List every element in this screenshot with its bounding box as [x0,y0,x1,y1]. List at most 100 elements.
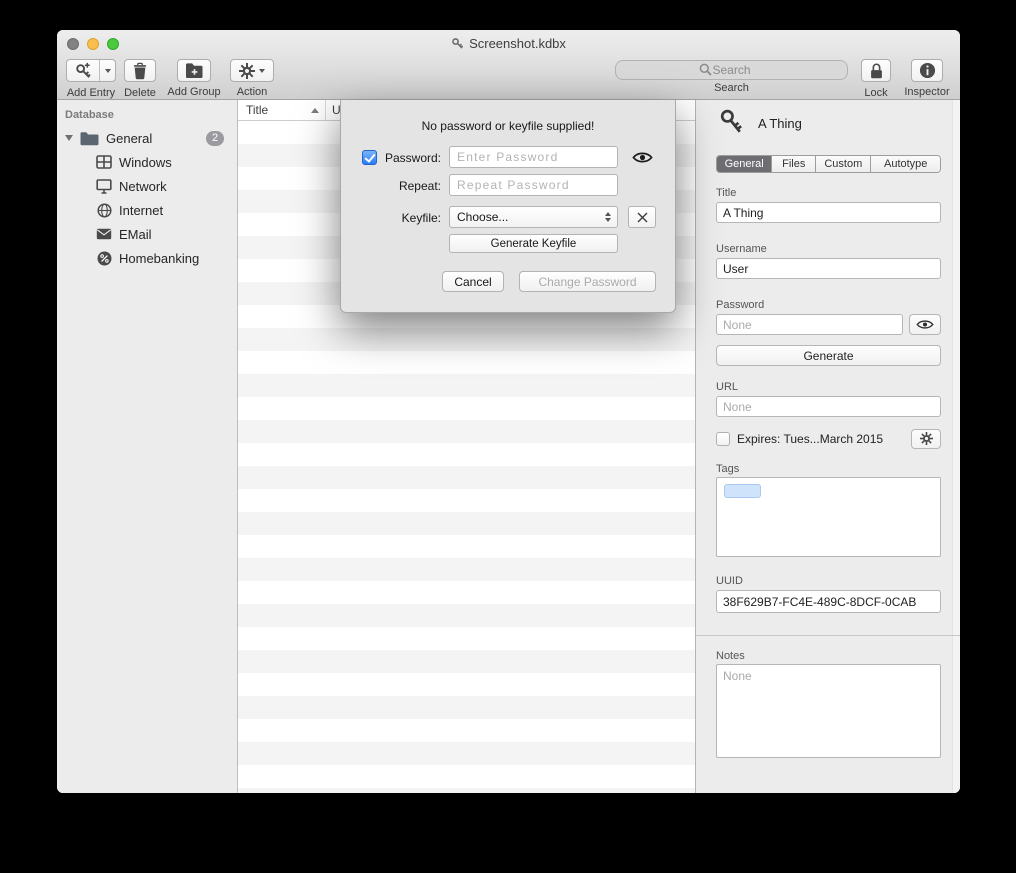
search-input[interactable] [615,60,848,80]
password-label: Password: [379,151,441,165]
disclosure-triangle-icon[interactable] [65,135,73,141]
sidebar-item-label: Network [119,179,167,194]
window-chrome: Screenshot.kdbx Add Entry [57,30,960,100]
add-group-label: Add Group [162,86,226,98]
tab-general[interactable]: General [717,156,771,172]
tag-token[interactable] [724,484,761,498]
uuid-field[interactable] [716,590,941,613]
change-password-button[interactable]: Change Password [519,271,656,292]
add-entry-button[interactable] [66,59,116,82]
tags-field[interactable] [716,477,941,557]
chevron-down-icon [105,69,111,73]
clear-keyfile-button[interactable] [628,206,656,228]
inspector-tabs: General Files Custom Autotype [716,155,941,173]
column-header-username[interactable]: U [326,100,341,120]
column-label: Title [246,103,268,117]
generate-password-button[interactable]: Generate [716,345,941,366]
clear-x-icon [637,212,648,223]
add-group-button[interactable] [177,59,211,82]
reveal-password-button[interactable] [909,314,941,335]
sort-ascending-icon [311,108,319,113]
desktop: { "window": { "title": "Screenshot.kdbx"… [0,0,1016,873]
entry-count-badge: 2 [206,131,224,146]
sidebar: Database General 2 Windows Network [57,100,238,793]
lock-button[interactable] [861,59,891,82]
padlock-icon [869,62,884,80]
notes-field[interactable] [716,664,941,758]
inspector-divider [696,635,960,636]
action-label: Action [229,86,275,98]
sidebar-item-label: General [106,131,152,146]
folder-icon [80,131,99,146]
password-field[interactable] [716,314,903,335]
sidebar-item-network[interactable]: Network [57,174,237,198]
uuid-label: UUID [716,575,743,587]
sidebar-section-header: Database [65,109,114,121]
delete-button[interactable] [124,59,156,82]
add-group-toolbar-item: Add Group [162,59,226,98]
globe-icon [95,203,113,218]
expires-settings-button[interactable] [911,429,941,449]
display-icon [95,179,113,194]
action-button[interactable] [230,59,274,82]
entry-header: A Thing [718,108,802,139]
generate-keyfile-button[interactable]: Generate Keyfile [449,234,618,253]
sidebar-item-homebanking[interactable]: Homebanking [57,246,237,270]
key-plus-icon [67,60,99,81]
inspector-button[interactable] [911,59,943,82]
entry-title: A Thing [758,116,802,131]
enter-password-field[interactable] [449,146,618,168]
window-panes-icon [95,155,113,169]
username-label: Username [716,243,767,255]
expires-label: Expires: Tues...March 2015 [737,432,883,446]
search-label: Search [615,82,848,94]
percent-coin-icon [95,251,113,266]
trash-icon [132,62,148,80]
url-field[interactable] [716,396,941,417]
tab-autotype[interactable]: Autotype [870,156,940,172]
tab-custom[interactable]: Custom [815,156,870,172]
cancel-button[interactable]: Cancel [442,271,504,292]
inspector-scrollbar[interactable] [952,100,960,793]
password-label: Password [716,299,764,311]
tab-files[interactable]: Files [771,156,815,172]
expires-checkbox[interactable] [716,432,730,446]
sidebar-item-windows[interactable]: Windows [57,150,237,174]
sidebar-children: Windows Network Internet EMail [57,150,237,270]
sidebar-item-label: Windows [119,155,172,170]
sheet-message: No password or keyfile supplied! [341,119,675,133]
sidebar-item-label: Internet [119,203,163,218]
eye-icon [632,151,653,164]
inspector-label: Inspector [902,86,952,98]
reveal-password-button[interactable] [627,148,657,167]
notes-label: Notes [716,650,745,662]
repeat-label: Repeat: [371,179,441,193]
add-entry-dropdown[interactable] [99,60,115,81]
envelope-icon [95,228,113,240]
sidebar-item-label: EMail [119,227,152,242]
keyfile-popup[interactable]: Choose... [449,206,618,228]
sidebar-item-general[interactable]: General 2 [57,126,237,150]
inspector-toolbar-item: Inspector [902,59,952,98]
password-checkbox[interactable] [362,150,377,165]
document-key-icon [451,37,464,50]
change-password-sheet: No password or keyfile supplied! Passwor… [340,100,676,313]
username-field[interactable] [716,258,941,279]
window-title-area: Screenshot.kdbx [57,30,960,57]
app-window: Screenshot.kdbx Add Entry [57,30,960,793]
sidebar-item-label: Homebanking [119,251,199,266]
title-field[interactable] [716,202,941,223]
repeat-password-field[interactable] [449,174,618,196]
column-header-title[interactable]: Title [238,100,326,120]
lock-toolbar-item: Lock [859,59,893,99]
lock-label: Lock [859,87,893,99]
search-toolbar-item: Search [615,59,848,94]
tags-label: Tags [716,463,739,475]
delete-toolbar-item: Delete [120,59,160,99]
window-title: Screenshot.kdbx [469,36,566,51]
sidebar-item-internet[interactable]: Internet [57,198,237,222]
add-entry-toolbar-item: Add Entry [62,59,120,99]
sidebar-item-email[interactable]: EMail [57,222,237,246]
add-entry-label: Add Entry [62,87,120,99]
titlebar[interactable]: Screenshot.kdbx [57,30,960,57]
